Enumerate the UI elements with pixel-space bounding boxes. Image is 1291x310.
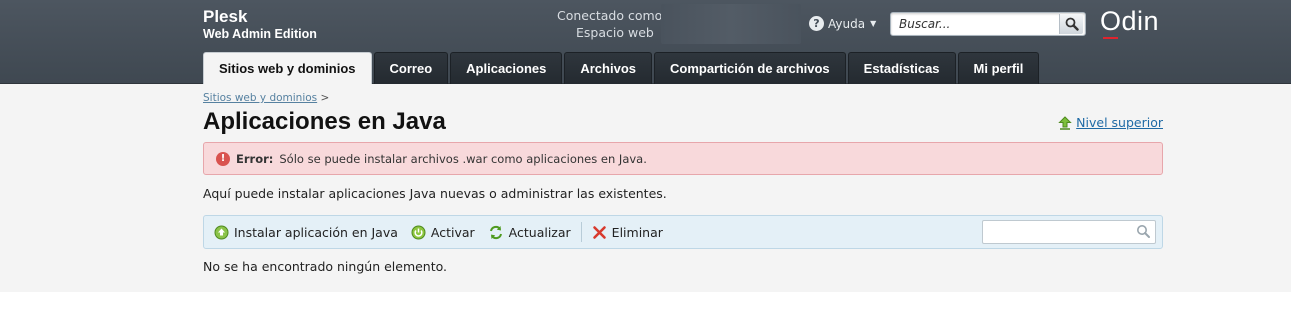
tab-applications[interactable]: Aplicaciones xyxy=(450,52,563,84)
error-message: ! Error: Sólo se puede instalar archivos… xyxy=(203,142,1163,175)
empty-list-message: No se ha encontrado ningún elemento. xyxy=(203,259,448,274)
brand-edition: Web Admin Edition xyxy=(203,27,317,41)
login-label: Conectado como xyxy=(557,8,663,23)
tab-files[interactable]: Archivos xyxy=(564,52,652,84)
install-java-app-button[interactable]: Instalar aplicación en Java xyxy=(214,225,398,240)
brand-name: Plesk xyxy=(203,7,248,26)
update-button[interactable]: Actualizar xyxy=(488,225,571,240)
arrow-up-icon xyxy=(1058,115,1072,130)
main-tabs: Sitios web y dominios Correo Aplicacione… xyxy=(203,52,1040,85)
error-text: Sólo se puede instalar archivos .war com… xyxy=(279,151,647,166)
help-menu[interactable]: ? Ayuda ▼ xyxy=(809,16,876,31)
delete-label: Eliminar xyxy=(611,224,663,240)
breadcrumb: Sitios web y dominios > xyxy=(203,92,329,104)
delete-button[interactable]: Eliminar xyxy=(592,225,663,240)
error-label: Error: xyxy=(236,151,274,166)
up-level-link[interactable]: Nivel superior xyxy=(1058,115,1163,130)
logo-accent xyxy=(1103,37,1118,39)
up-level-label[interactable]: Nivel superior xyxy=(1076,115,1163,130)
tab-mail[interactable]: Correo xyxy=(373,52,449,84)
tab-statistics[interactable]: Estadísticas xyxy=(847,52,956,84)
page-title: Aplicaciones en Java xyxy=(203,108,446,135)
refresh-icon xyxy=(489,225,502,239)
question-icon: ? xyxy=(809,16,824,31)
magnifier-icon xyxy=(1065,17,1079,31)
activate-button[interactable]: Activar xyxy=(411,225,475,240)
top-header: Plesk Web Admin Edition Conectado como E… xyxy=(0,0,1291,85)
breadcrumb-link[interactable]: Sitios web y dominios xyxy=(203,92,317,104)
odin-logo: Odin xyxy=(1100,6,1160,39)
exclamation-icon: ! xyxy=(216,151,230,166)
activate-label: Activar xyxy=(430,224,475,240)
tab-my-profile[interactable]: Mi perfil xyxy=(957,52,1040,84)
breadcrumb-separator: > xyxy=(320,92,330,104)
global-search: Buscar... xyxy=(890,12,1086,36)
webspace-label: Espacio web xyxy=(576,25,654,40)
logo-text: Odin xyxy=(1100,6,1160,36)
chevron-down-icon: ▼ xyxy=(870,19,877,28)
search-input[interactable]: Buscar... xyxy=(899,17,950,31)
power-icon xyxy=(411,225,426,239)
login-info: Conectado como Espacio web xyxy=(557,4,801,44)
magnifier-icon[interactable] xyxy=(1136,224,1151,239)
list-search-input[interactable] xyxy=(982,220,1156,244)
install-label: Instalar aplicación en Java xyxy=(234,224,398,240)
page-description: Aquí puede instalar aplicaciones Java nu… xyxy=(203,186,667,201)
search-button[interactable] xyxy=(1059,14,1083,34)
main-content: Sitios web y dominios > Aplicaciones en … xyxy=(0,84,1291,292)
help-label: Ayuda xyxy=(828,16,866,31)
toolbar-divider xyxy=(580,222,582,242)
brand[interactable]: Plesk Web Admin Edition xyxy=(203,8,317,42)
tab-websites-domains[interactable]: Sitios web y dominios xyxy=(203,52,372,85)
install-icon xyxy=(214,225,229,239)
user-name-redacted[interactable] xyxy=(661,4,801,44)
list-toolbar: Instalar aplicación en Java Activar Actu… xyxy=(203,215,1163,249)
tab-file-sharing[interactable]: Compartición de archivos xyxy=(654,52,846,84)
delete-x-icon xyxy=(592,225,606,239)
update-label: Actualizar xyxy=(508,224,571,240)
